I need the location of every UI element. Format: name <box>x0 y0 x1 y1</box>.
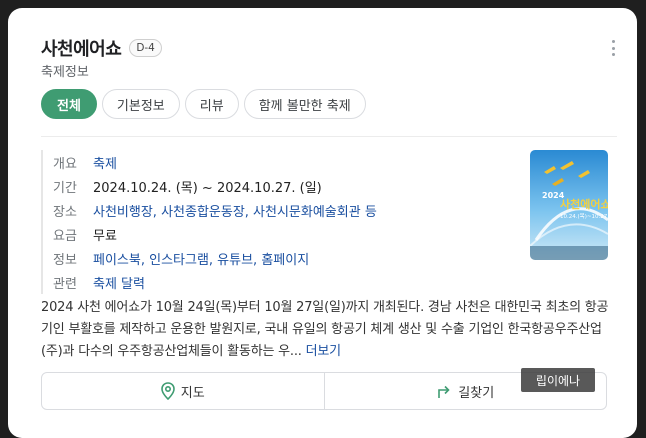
tab-related-festivals[interactable]: 함께 볼만한 축제 <box>243 89 366 119</box>
divider <box>41 136 617 137</box>
more-options-icon[interactable] <box>609 40 617 56</box>
info-label: 요금 <box>53 228 77 244</box>
overview-link[interactable]: 축제 <box>93 153 117 172</box>
description: 2024 사천 에어쇼가 10월 24일(목)부터 10월 27일(일)까지 개… <box>41 297 611 363</box>
title-row: 사천에어쇼 D-4 <box>41 35 162 61</box>
poster-image[interactable]: 2024 사천에어쇼 10.24.(목)~10.27.(일) <box>530 150 608 260</box>
tab-basic-info[interactable]: 기본정보 <box>101 89 180 119</box>
social-links[interactable]: 페이스북, 인스타그램, 유튜브, 홈페이지 <box>93 249 309 268</box>
tab-all[interactable]: 전체 <box>41 89 97 119</box>
info-list: 개요 축제 기간 2024.10.24. (목) ~ 2024.10.27. (… <box>41 150 377 294</box>
map-pin-icon <box>160 382 175 400</box>
map-button[interactable]: 지도 <box>42 373 324 409</box>
tab-reviews[interactable]: 리뷰 <box>184 89 239 119</box>
directions-arrow-icon <box>438 385 450 398</box>
info-row-fee: 요금 무료 <box>53 222 377 246</box>
period-value: 2024.10.24. (목) ~ 2024.10.27. (일) <box>93 180 322 196</box>
watermark: 립이에나 <box>521 368 595 392</box>
map-label: 지도 <box>180 385 205 401</box>
page-title[interactable]: 사천에어쇼 <box>41 35 122 61</box>
info-row-links: 정보 페이스북, 인스타그램, 유튜브, 홈페이지 <box>53 246 377 270</box>
dday-badge: D-4 <box>129 39 162 57</box>
category-subtitle: 축제정보 <box>41 65 89 80</box>
fee-value: 무료 <box>93 228 117 244</box>
info-row-related: 관련 축제 달력 <box>53 270 377 294</box>
info-row-place: 장소 사천비행장, 사천종합운동장, 사천시문화예술회관 등 <box>53 198 377 222</box>
info-label: 기간 <box>53 180 77 196</box>
read-more-link[interactable]: 더보기 <box>306 344 341 359</box>
info-row-overview: 개요 축제 <box>53 150 377 174</box>
info-label: 장소 <box>53 204 77 220</box>
festival-card: 사천에어쇼 D-4 축제정보 전체 기본정보 리뷰 함께 볼만한 축제 개요 축… <box>8 8 637 438</box>
info-label: 개요 <box>53 156 77 172</box>
poster-dates: 10.24.(목)~10.27.(일) <box>560 212 608 220</box>
directions-label: 길찾기 <box>458 385 495 401</box>
tab-bar: 전체 기본정보 리뷰 함께 볼만한 축제 <box>41 89 371 119</box>
poster-graphic: 2024 사천에어쇼 10.24.(목)~10.27.(일) <box>530 150 608 260</box>
place-link[interactable]: 사천비행장, 사천종합운동장, 사천시문화예술회관 등 <box>93 201 377 220</box>
festival-calendar-link[interactable]: 축제 달력 <box>93 273 145 292</box>
info-label: 정보 <box>53 252 77 268</box>
info-label: 관련 <box>53 276 77 292</box>
info-row-period: 기간 2024.10.24. (목) ~ 2024.10.27. (일) <box>53 174 377 198</box>
poster-title: 사천에어쇼 <box>560 197 608 211</box>
